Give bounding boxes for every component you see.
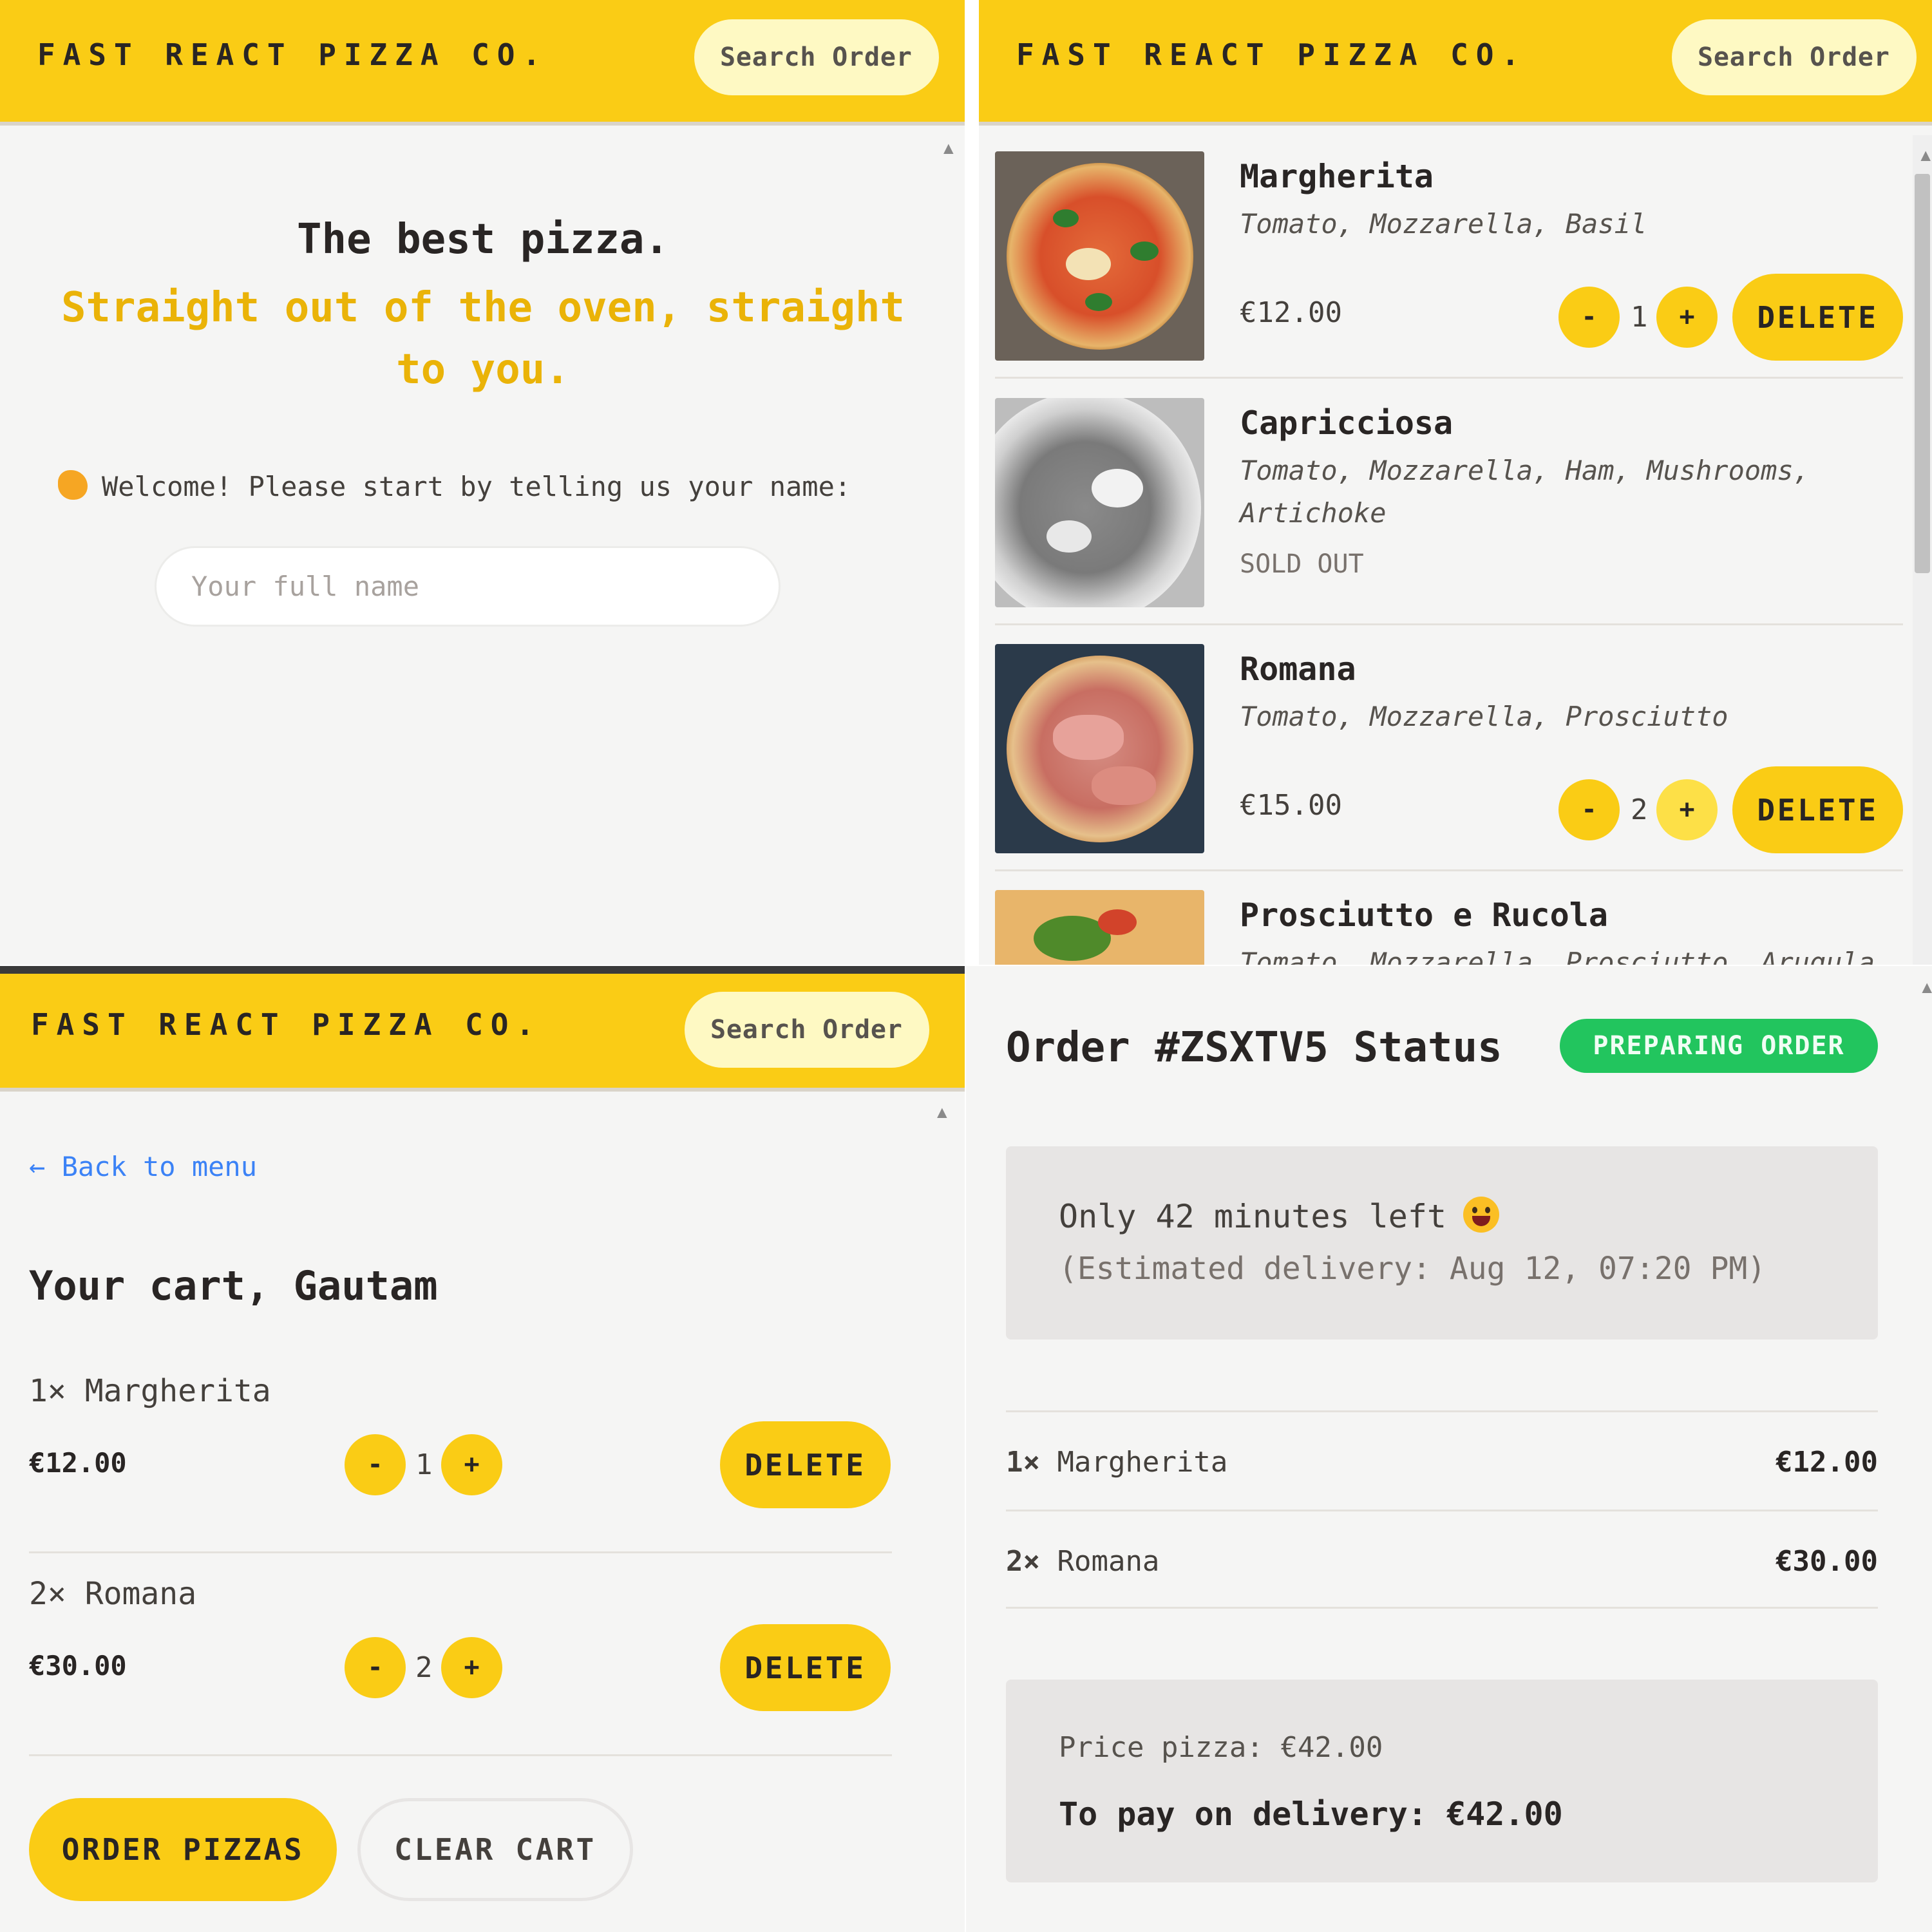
back-to-menu-link[interactable]: ← Back to menu <box>29 1151 257 1182</box>
cart-item-price: €30.00 <box>29 1650 127 1681</box>
delete-item-button[interactable]: DELETE <box>1732 274 1903 361</box>
full-name-input[interactable] <box>155 546 781 627</box>
grinning-face-icon <box>1463 1197 1500 1233</box>
to-pay-on-delivery: To pay on delivery: €42.00 <box>1059 1795 1563 1833</box>
time-left-text: Only 42 minutes left <box>1059 1198 1447 1235</box>
clear-cart-button[interactable]: CLEAR CART <box>357 1798 633 1901</box>
order-line-name: 2× Romana <box>1006 1545 1159 1578</box>
cart-item-name: 2× Romana <box>29 1576 197 1612</box>
scroll-up-arrow-icon[interactable]: ▲ <box>937 1103 947 1122</box>
pizza-image-capricciosa <box>995 398 1204 607</box>
headline: The best pizza. <box>297 216 669 263</box>
increase-quantity-button[interactable]: + <box>441 1637 502 1698</box>
sold-out-label: SOLD OUT <box>1240 549 1364 579</box>
decrease-quantity-button[interactable]: - <box>345 1434 406 1495</box>
scrollbar-thumb[interactable] <box>1915 174 1930 573</box>
welcome-message: Welcome! Please start by telling us your… <box>58 470 851 502</box>
pizza-name: Capricciosa <box>1240 404 1454 442</box>
pizza-ingredients: Tomato, Mozzarella, Basil <box>1240 208 1647 240</box>
subheadline: Straight out of the oven, straight to yo… <box>61 284 905 393</box>
price-pizza: Price pizza: €42.00 <box>1059 1731 1383 1764</box>
scroll-up-arrow-icon[interactable]: ▲ <box>1920 146 1931 165</box>
order-pizzas-button[interactable]: ORDER PIZZAS <box>29 1798 337 1901</box>
pizza-name: Romana <box>1240 650 1356 688</box>
search-order-input[interactable]: Search Order <box>1672 19 1917 95</box>
brand-logo[interactable]: FAST REACT PIZZA CO. <box>1016 37 1527 72</box>
search-order-input[interactable]: Search Order <box>694 19 939 95</box>
order-line-name: 1× Margherita <box>1006 1446 1227 1479</box>
cart-screen: FAST REACT PIZZA CO. Search Order ▲ ← Ba… <box>0 966 965 1932</box>
item-quantity: 1 <box>1631 301 1648 334</box>
delete-item-button[interactable]: DELETE <box>720 1421 891 1508</box>
increase-quantity-button[interactable]: + <box>441 1434 502 1495</box>
search-order-input[interactable]: Search Order <box>685 992 929 1068</box>
scroll-up-arrow-icon[interactable]: ▲ <box>1922 978 1932 997</box>
order-status-screen: ▲ Order #ZSXTV5 Status PREPARING ORDER O… <box>966 966 1932 1932</box>
menu-screen: FAST REACT PIZZA CO. Search Order ▲ Marg… <box>979 0 1932 965</box>
menu-item-margherita: Margherita Tomato, Mozzarella, Basil €12… <box>995 132 1903 379</box>
item-quantity: 1 <box>415 1448 433 1481</box>
status-badge: PREPARING ORDER <box>1560 1019 1878 1073</box>
app-header: FAST REACT PIZZA CO. Search Order <box>0 0 965 126</box>
cart-item-name: 1× Margherita <box>29 1373 271 1409</box>
app-header: FAST REACT PIZZA CO. Search Order <box>979 0 1932 126</box>
welcome-text: Welcome! Please start by telling us your… <box>102 471 851 502</box>
decrease-quantity-button[interactable]: - <box>1558 287 1620 348</box>
order-line-price: €30.00 <box>1776 1545 1878 1578</box>
menu-item-prosciutto-e-rucola: Prosciutto e Rucola Tomato, Mozzarella, … <box>995 871 1903 965</box>
brand-logo[interactable]: FAST REACT PIZZA CO. <box>31 1007 542 1042</box>
order-line-qty: 2× <box>1006 1545 1040 1578</box>
pizza-name: Margherita <box>1240 158 1434 195</box>
increase-quantity-button[interactable]: + <box>1656 287 1718 348</box>
pizza-ingredients: Tomato, Mozzarella, Prosciutto, Arugula <box>1240 947 1875 965</box>
increase-quantity-button[interactable]: + <box>1656 779 1718 840</box>
menu-item-capricciosa: Capricciosa Tomato, Mozzarella, Ham, Mus… <box>995 379 1903 625</box>
item-quantity: 2 <box>415 1651 433 1684</box>
order-line-qty: 1× <box>1006 1446 1040 1479</box>
cart-item: 2× Romana €30.00 - 2 + DELETE <box>29 1576 892 1756</box>
cart-title: Your cart, Gautam <box>29 1262 438 1309</box>
home-screen: FAST REACT PIZZA CO. Search Order ▲ The … <box>0 0 965 965</box>
cart-item: 1× Margherita €12.00 - 1 + DELETE <box>29 1373 892 1553</box>
order-line-pizza: Margherita <box>1057 1446 1228 1479</box>
order-title: Order #ZSXTV5 Status <box>1006 1024 1502 1072</box>
app-header: FAST REACT PIZZA CO. Search Order <box>0 974 965 1092</box>
estimated-delivery: (Estimated delivery: Aug 12, 07:20 PM) <box>1059 1251 1766 1287</box>
order-line-item: 2× Romana €30.00 <box>1006 1510 1878 1609</box>
pizza-image-prosciutto-e-rucola <box>995 890 1204 965</box>
menu-item-romana: Romana Tomato, Mozzarella, Prosciutto €1… <box>995 625 1903 871</box>
payment-summary-box: Price pizza: €42.00 To pay on delivery: … <box>1006 1680 1878 1882</box>
decrease-quantity-button[interactable]: - <box>1558 779 1620 840</box>
pizza-ingredients: Tomato, Mozzarella, Ham, Mushrooms, Arti… <box>1240 455 1810 529</box>
cart-item-price: €12.00 <box>29 1447 127 1479</box>
delete-item-button[interactable]: DELETE <box>720 1624 891 1711</box>
pizza-price: €12.00 <box>1240 296 1342 329</box>
pizza-image-romana <box>995 644 1204 853</box>
waving-hand-icon <box>58 470 88 500</box>
pizza-ingredients: Tomato, Mozzarella, Prosciutto <box>1240 701 1728 732</box>
pizza-name: Prosciutto e Rucola <box>1240 896 1608 934</box>
pizza-price: €15.00 <box>1240 789 1342 822</box>
delete-item-button[interactable]: DELETE <box>1732 766 1903 853</box>
brand-logo[interactable]: FAST REACT PIZZA CO. <box>37 37 548 72</box>
scroll-up-arrow-icon[interactable]: ▲ <box>943 138 954 158</box>
order-line-item: 1× Margherita €12.00 <box>1006 1410 1878 1510</box>
order-line-pizza: Romana <box>1057 1545 1160 1578</box>
decrease-quantity-button[interactable]: - <box>345 1637 406 1698</box>
pizza-image-margherita <box>995 151 1204 361</box>
item-quantity: 2 <box>1631 793 1648 826</box>
order-line-price: €12.00 <box>1776 1446 1878 1479</box>
time-left: Only 42 minutes left <box>1059 1197 1500 1235</box>
delivery-estimate-box: Only 42 minutes left (Estimated delivery… <box>1006 1146 1878 1340</box>
